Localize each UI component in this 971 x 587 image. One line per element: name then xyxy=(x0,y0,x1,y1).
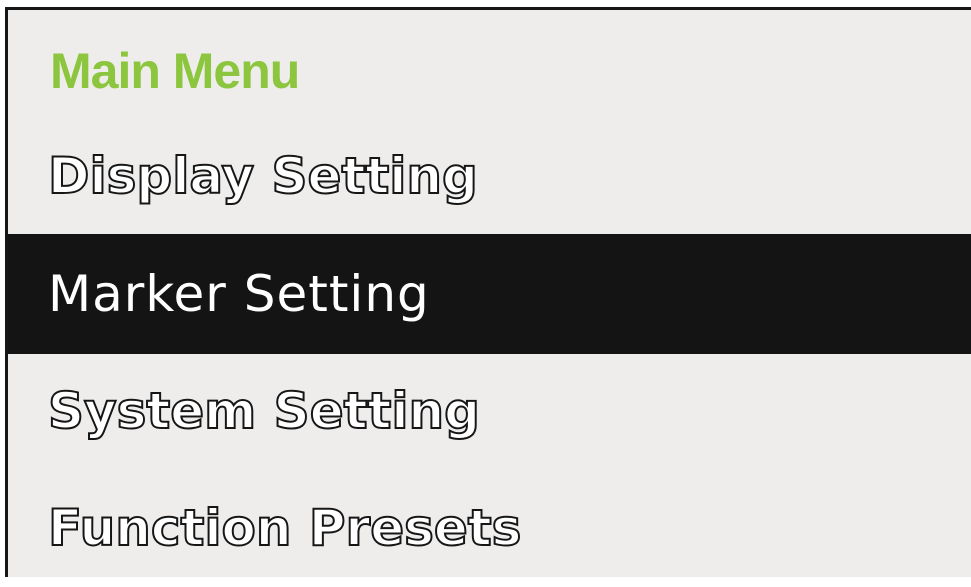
menu-item-marker-setting[interactable]: Marker Setting xyxy=(8,234,971,354)
menu-title: Main Menu xyxy=(50,43,300,99)
menu-item-display-setting[interactable]: Display Setting xyxy=(8,117,971,235)
menu-item-label: System Setting xyxy=(47,381,481,441)
menu-item-system-setting[interactable]: System Setting xyxy=(8,352,971,470)
menu-item-label: Marker Setting xyxy=(48,265,430,323)
main-menu-panel: Main Menu Display Setting Marker Setting… xyxy=(5,7,971,577)
menu-item-label: Function Presets xyxy=(47,498,522,558)
menu-item-function-presets[interactable]: Function Presets xyxy=(8,469,971,587)
menu-item-label: Display Setting xyxy=(47,146,479,206)
